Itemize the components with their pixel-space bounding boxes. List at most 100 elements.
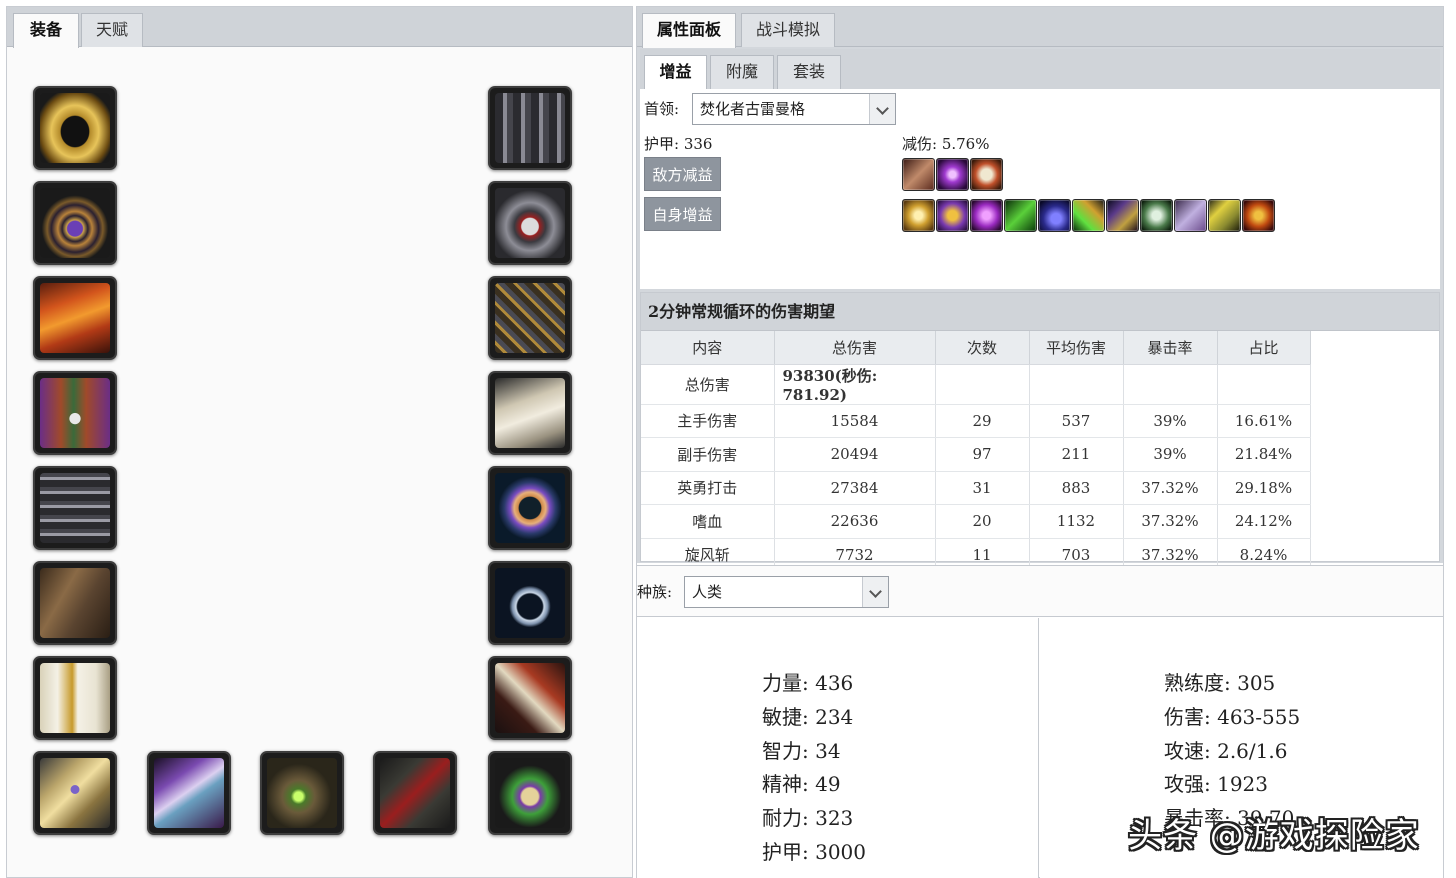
col-total-damage: 总伤害 <box>774 331 936 365</box>
stat-stamina: 耐力: 323 <box>762 806 854 830</box>
tab-battle-sim[interactable]: 战斗模拟 <box>741 13 835 47</box>
tab-buffs[interactable]: 增益 <box>644 55 707 90</box>
row-name: 副手伤害 <box>641 437 775 472</box>
stat-agility: 敏捷: 234 <box>762 705 854 729</box>
attribute-panel-area: 属性面板 战斗模拟 增益 附魔 套装 首领: 焚化者古雷曼格 护甲: 336 减… <box>637 7 1443 572</box>
slot-waist[interactable] <box>488 181 572 265</box>
row-count <box>935 364 1030 405</box>
slot-wrist[interactable] <box>33 751 117 835</box>
purple-skull-trinket-icon <box>495 758 565 828</box>
bracer-icon <box>40 758 110 828</box>
sub-tab-bar: 增益 附魔 套装 <box>640 49 1440 90</box>
stat-attack-speed: 攻速: 2.6/1.6 <box>1164 739 1288 763</box>
elixir-icon[interactable] <box>1072 199 1105 232</box>
sunder-armor-icon[interactable] <box>902 158 935 191</box>
row-crit: 39% <box>1123 437 1218 472</box>
slot-back[interactable] <box>33 371 117 455</box>
slot-trinket2[interactable] <box>488 751 572 835</box>
table-row: 英勇打击 27384 31 883 37.32% 29.18% <box>641 471 1311 505</box>
curse-icon[interactable] <box>936 158 969 191</box>
weapon-buff-icon[interactable] <box>1174 199 1207 232</box>
battle-shout-icon[interactable] <box>1242 199 1275 232</box>
damage-section-title: 2分钟常规循环的伤害期望 <box>641 293 1439 331</box>
skull-tabard-cloak-icon <box>40 378 110 448</box>
slot-off-hand[interactable] <box>260 751 344 835</box>
watermark: 头条 @游戏探险家 <box>1128 816 1420 856</box>
slot-trinket1[interactable] <box>488 656 572 740</box>
tab-enchants[interactable]: 附魔 <box>710 55 774 89</box>
slot-cloak[interactable] <box>33 561 117 645</box>
row-crit <box>1123 364 1218 405</box>
row-pct <box>1217 364 1311 405</box>
row-name: 主手伤害 <box>641 404 775 438</box>
slot-ranged[interactable] <box>373 751 457 835</box>
slot-neck[interactable] <box>33 181 117 265</box>
damage-reduction-label: 减伤: 5.76% <box>902 135 990 153</box>
self-buff-button[interactable]: 自身增益 <box>644 197 721 231</box>
slot-head[interactable] <box>33 86 117 170</box>
armor-label: 护甲: 336 <box>644 135 713 153</box>
slot-hands[interactable] <box>488 86 572 170</box>
stat-armor: 护甲: 3000 <box>762 840 866 864</box>
stat-strength: 力量: 436 <box>762 671 854 695</box>
spiked-chestplate-icon <box>40 473 110 543</box>
row-avg: 537 <box>1029 404 1124 438</box>
tab-sets[interactable]: 套装 <box>777 55 841 89</box>
blessing-might-icon[interactable] <box>902 199 935 232</box>
table-header-row: 内容 总伤害 次数 平均伤害 暴击率 占比 <box>641 331 1311 365</box>
table-row: 副手伤害 20494 97 211 39% 21.84% <box>641 437 1311 472</box>
green-skull-axe-icon <box>267 758 337 828</box>
crystal-sword-icon <box>154 758 224 828</box>
debuff-icon-row <box>902 158 1003 191</box>
slot-shoulders[interactable] <box>33 276 117 360</box>
row-pct: 21.84% <box>1217 437 1311 472</box>
stat-intellect: 智力: 34 <box>762 739 841 763</box>
row-pct: 24.12% <box>1217 504 1311 539</box>
tab-talents[interactable]: 天赋 <box>81 13 143 47</box>
race-select[interactable]: 人类 <box>684 576 889 608</box>
row-name: 英勇打击 <box>641 471 775 505</box>
enemy-debuff-button[interactable]: 敌方减益 <box>644 157 721 191</box>
amulet-necklace-icon <box>40 188 110 258</box>
slot-legs[interactable] <box>488 276 572 360</box>
tab-attribute-panel[interactable]: 属性面板 <box>642 13 736 48</box>
horn-icon[interactable] <box>1140 199 1173 232</box>
boss-select[interactable]: 焚化者古雷曼格 <box>692 93 896 125</box>
chevron-down-icon[interactable] <box>862 577 888 607</box>
row-avg: 1132 <box>1029 504 1124 539</box>
equipment-panel: 装备 天赋 <box>6 6 633 878</box>
right-tab-bar: 属性面板 战斗模拟 <box>637 7 1443 48</box>
table-row: 总伤害 93830(秒伤: 781.92) <box>641 364 1311 405</box>
chevron-down-icon[interactable] <box>869 94 895 124</box>
shadow-icon[interactable] <box>1106 199 1139 232</box>
row-count: 31 <box>935 471 1030 505</box>
row-total: 27384 <box>774 471 936 505</box>
mark-of-wild-icon[interactable] <box>970 199 1003 232</box>
race-select-value: 人类 <box>692 583 723 601</box>
faerie-fire-icon[interactable] <box>970 158 1003 191</box>
boss-label: 首领: <box>644 100 680 118</box>
red-axe-icon <box>380 758 450 828</box>
buffs-panel: 首领: 焚化者古雷曼格 护甲: 336 减伤: 5.76% 敌方减益 自身增益 <box>640 89 1440 289</box>
tab-equipment[interactable]: 装备 <box>13 13 79 48</box>
race-label: 种族: <box>637 583 673 601</box>
race-row: 种族: 人类 <box>637 565 1443 617</box>
sharpening-stone-icon[interactable] <box>1208 199 1241 232</box>
slot-chest[interactable] <box>33 466 117 550</box>
slot-shirt[interactable] <box>33 656 117 740</box>
potion-icon[interactable] <box>1038 199 1071 232</box>
row-name: 嗜血 <box>641 504 775 539</box>
row-crit: 37.32% <box>1123 504 1218 539</box>
slot-finger2[interactable] <box>488 561 572 645</box>
damage-expectation-section: 2分钟常规循环的伤害期望 内容 总伤害 次数 平均伤害 暴击率 占比 总伤害 9… <box>640 292 1440 572</box>
blessing-kings-icon[interactable] <box>936 199 969 232</box>
slot-finger1[interactable] <box>488 466 572 550</box>
slot-feet[interactable] <box>488 371 572 455</box>
row-total: 93830(秒伤: 781.92) <box>774 364 936 405</box>
stat-spirit: 精神: 49 <box>762 772 841 796</box>
slot-main-hand[interactable] <box>147 751 231 835</box>
green-leaf-icon[interactable] <box>1004 199 1037 232</box>
white-shirt-icon <box>40 663 110 733</box>
buff-icon-row <box>902 199 1275 232</box>
col-count: 次数 <box>935 331 1030 365</box>
